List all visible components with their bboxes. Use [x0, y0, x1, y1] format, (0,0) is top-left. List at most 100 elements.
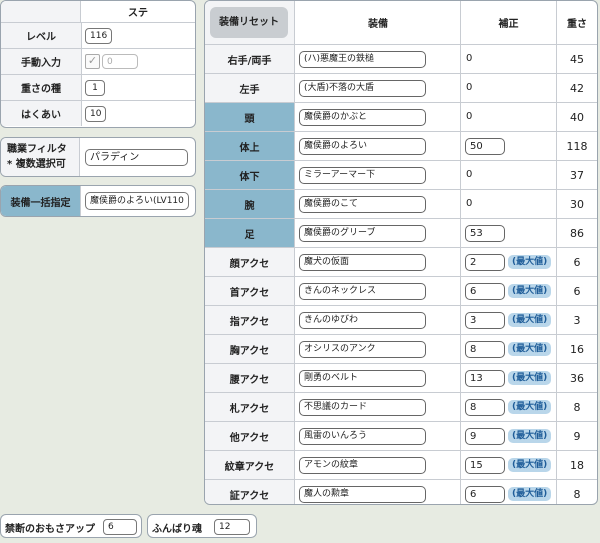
table-row: 札アクセ 不思議のカード 8 (最大値) 8 — [205, 392, 597, 421]
correction-input[interactable]: 6 — [465, 283, 505, 300]
equip-reset-button[interactable]: 装備リセット — [210, 7, 288, 38]
hakuai-input[interactable]: 10 — [85, 106, 107, 122]
correction-cell: 8 (最大値) — [461, 393, 557, 421]
equip-select[interactable]: 不思議のカード — [299, 399, 426, 416]
max-value-button[interactable]: (最大値) — [508, 371, 552, 385]
correction-cell: 8 (最大値) — [461, 335, 557, 363]
weight-value: 16 — [570, 342, 584, 356]
equip-cell: アモンの紋章 — [296, 451, 461, 479]
job-filter-input[interactable]: パラディン — [85, 149, 188, 166]
equip-select[interactable]: 魔侯爵のかぶと — [299, 109, 426, 126]
correction-cell: 6 (最大値) — [461, 277, 557, 305]
equip-select[interactable]: きんのゆびわ — [299, 312, 426, 329]
correction-input[interactable]: 8 — [465, 399, 505, 416]
slot-label: 指アクセ — [205, 306, 295, 334]
job-filter-label-line1: 職業フィルタ — [7, 144, 67, 155]
stat-row-weight-seed: 重さの種 1 — [1, 74, 195, 100]
correction-input[interactable]: 13 — [465, 370, 505, 387]
equip-select[interactable]: (大盾)不落の大盾 — [299, 80, 426, 97]
correction-input[interactable]: 8 — [465, 341, 505, 358]
weight-seed-input[interactable]: 1 — [85, 80, 105, 96]
correction-value: 0 — [466, 53, 473, 64]
max-value-button[interactable]: (最大値) — [508, 313, 552, 327]
max-value-button[interactable]: (最大値) — [508, 342, 552, 356]
table-row: 胸アクセ オシリスのアンク 8 (最大値) 16 — [205, 334, 597, 363]
table-row: 首アクセ きんのネックレス 6 (最大値) 6 — [205, 276, 597, 305]
stat-label: 手動入力 — [1, 49, 82, 74]
slot-label: 札アクセ — [205, 393, 295, 421]
equip-select[interactable]: ミラーアーマー下 — [299, 167, 426, 184]
equip-cell: 魔侯爵のかぶと — [296, 103, 461, 131]
table-row: 顔アクセ 魔犬の仮面 2 (最大値) 6 — [205, 247, 597, 276]
funbari-label: ふんばり魂 — [152, 524, 202, 535]
equip-cell: 剛勇のベルト — [296, 364, 461, 392]
correction-cell: 0 — [461, 103, 557, 131]
reset-button-cell: 装備リセット — [205, 1, 295, 44]
table-row: 左手 (大盾)不落の大盾 0 42 — [205, 73, 597, 102]
equip-select[interactable]: 魔侯爵のグリーブ — [299, 225, 426, 242]
table-row: 足魔侯爵のグリーブ 53 86 — [205, 218, 597, 247]
equip-select[interactable]: オシリスのアンク — [299, 341, 426, 358]
equip-select[interactable]: きんのネックレス — [299, 283, 426, 300]
manual-input[interactable]: 0 — [102, 54, 138, 69]
correction-input[interactable]: 3 — [465, 312, 505, 329]
correction-value: 0 — [466, 198, 473, 209]
equip-select[interactable]: 風雷のいんろう — [299, 428, 426, 445]
equip-select[interactable]: 魔侯爵のこて — [299, 196, 426, 213]
slot-label: 腕 — [205, 190, 295, 218]
weight-value: 18 — [570, 458, 584, 472]
max-value-button[interactable]: (最大値) — [508, 458, 552, 472]
forbidden-weight-input[interactable]: 6 — [103, 519, 137, 535]
job-filter-panel: 職業フィルタ * 複数選択可 パラディン — [0, 137, 196, 177]
correction-input[interactable]: 15 — [465, 457, 505, 474]
equip-select[interactable]: 剛勇のベルト — [299, 370, 426, 387]
max-value-button[interactable]: (最大値) — [508, 255, 552, 269]
correction-input[interactable]: 9 — [465, 428, 505, 445]
correction-input[interactable]: 2 — [465, 254, 505, 271]
forbidden-weight-panel: 禁断のおもさアップ 6 — [0, 514, 142, 538]
table-row: 腰アクセ 剛勇のベルト 13 (最大値) 36 — [205, 363, 597, 392]
correction-input[interactable]: 50 — [465, 138, 505, 155]
equip-cell: 魔犬の仮面 — [296, 248, 461, 276]
equip-cell: 魔侯爵のよろい — [296, 132, 461, 160]
stat-label: レベル — [1, 23, 82, 48]
correction-cell: 13 (最大値) — [461, 364, 557, 392]
weight-value: 6 — [573, 255, 581, 269]
max-value-button[interactable]: (最大値) — [508, 429, 552, 443]
equip-cell: オシリスのアンク — [296, 335, 461, 363]
correction-input[interactable]: 53 — [465, 225, 505, 242]
correction-cell: 2 (最大値) — [461, 248, 557, 276]
slot-label: 左手 — [205, 74, 295, 102]
stat-row-manual: 手動入力 ✓ 0 — [1, 48, 195, 74]
stats-panel: ステ レベル 116 手動入力 ✓ 0 重さの種 1 はくあい 10 — [0, 0, 196, 128]
manual-checkbox[interactable]: ✓ — [85, 54, 100, 69]
bulk-equip-input[interactable]: 魔侯爵のよろい(LV110 — [85, 192, 189, 210]
slot-label: 顔アクセ — [205, 248, 295, 276]
level-input[interactable]: 116 — [85, 28, 113, 44]
equip-select[interactable]: 魔侯爵のよろい — [299, 138, 426, 155]
equip-select[interactable]: (ハ)悪魔王の鉄槌 — [299, 51, 426, 68]
weight-value: 118 — [566, 139, 588, 153]
stats-header: ステ — [1, 1, 195, 22]
weight-value: 37 — [570, 168, 584, 182]
max-value-button[interactable]: (最大値) — [508, 284, 552, 298]
equip-cell: 魔人の勲章 — [296, 480, 461, 504]
equip-cell: 風雷のいんろう — [296, 422, 461, 450]
correction-cell: 0 — [461, 190, 557, 218]
table-row: 紋章アクセ アモンの紋章 15 (最大値) 18 — [205, 450, 597, 479]
correction-input[interactable]: 6 — [465, 486, 505, 503]
weight-value: 40 — [570, 110, 584, 124]
correction-cell: 50 — [461, 132, 557, 160]
max-value-button[interactable]: (最大値) — [508, 487, 552, 501]
funbari-input[interactable]: 12 — [214, 519, 250, 535]
correction-cell: 3 (最大値) — [461, 306, 557, 334]
equip-cell: (大盾)不落の大盾 — [296, 74, 461, 102]
col-header-correction: 補正 — [461, 1, 557, 44]
equip-cell: 魔侯爵のこて — [296, 190, 461, 218]
slot-label: 紋章アクセ — [205, 451, 295, 479]
equip-select[interactable]: 魔人の勲章 — [299, 486, 426, 503]
equip-select[interactable]: 魔犬の仮面 — [299, 254, 426, 271]
max-value-button[interactable]: (最大値) — [508, 400, 552, 414]
stat-row-hakuai: はくあい 10 — [1, 100, 195, 126]
equip-select[interactable]: アモンの紋章 — [299, 457, 426, 474]
